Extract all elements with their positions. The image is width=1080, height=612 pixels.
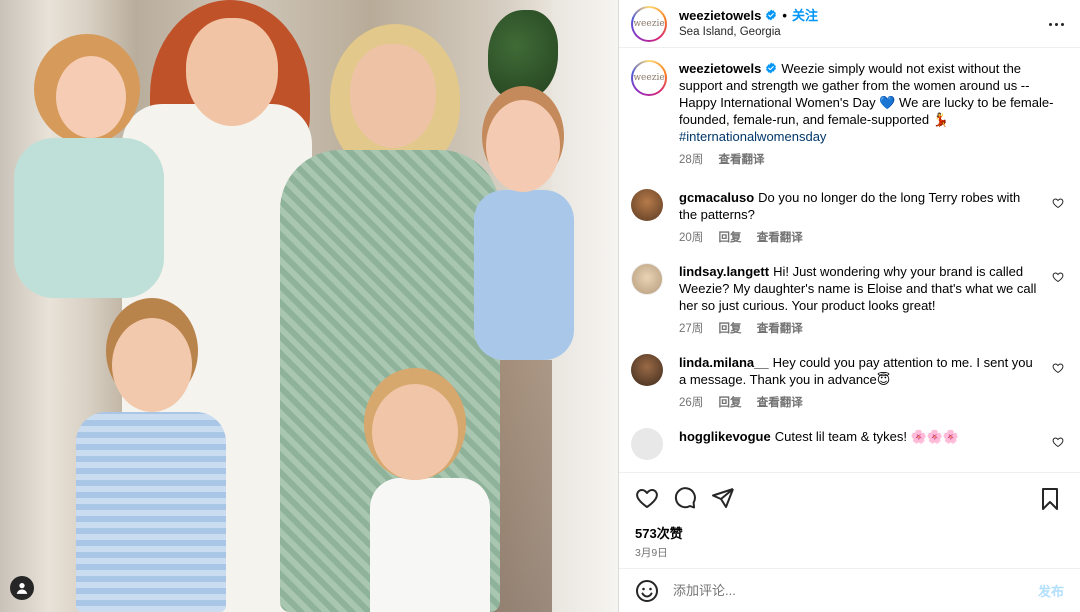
comments-list[interactable]: weezie weezietowels Weezie simply would n… (619, 48, 1080, 472)
commenter-avatar[interactable] (631, 354, 663, 386)
baby-blue-romper (474, 190, 574, 360)
post-sidebar: weezie weezietowels • 关注 Sea Island, Geo… (618, 0, 1080, 612)
comment-composer: 发布 (619, 568, 1080, 612)
user-tag-icon[interactable] (10, 576, 34, 600)
post-header: weezie weezietowels • 关注 Sea Island, Geo… (619, 0, 1080, 48)
commenter-avatar[interactable] (631, 189, 663, 221)
comment-like-icon[interactable] (1052, 362, 1064, 374)
bookmark-icon[interactable] (1038, 487, 1062, 511)
commenter-username[interactable]: lindsay.langett (679, 264, 769, 279)
avatar-logo-text: weezie (633, 18, 665, 29)
reply-button[interactable]: 回复 (719, 323, 742, 335)
heart-icon[interactable] (635, 486, 659, 510)
commenter-avatar[interactable] (631, 428, 663, 460)
comment-input[interactable] (673, 583, 1038, 598)
post-date: 3月9日 (635, 547, 668, 559)
caption-username[interactable]: weezietowels (679, 61, 761, 76)
avatar-logo-text: weezie (633, 73, 665, 83)
comment-icon[interactable] (673, 486, 697, 510)
emoji-icon[interactable] (635, 579, 659, 603)
comment-age: 20周 (679, 232, 704, 244)
child-mint-dress (14, 138, 164, 298)
comment-age: 27周 (679, 323, 704, 335)
plant (488, 10, 558, 100)
share-icon[interactable] (711, 486, 735, 510)
like-count[interactable]: 573次赞 (635, 523, 1066, 542)
child-gingham-dress (76, 412, 226, 612)
comment-text: Cutest lil team & tykes! 🌸🌸🌸 (774, 429, 960, 444)
commenter-username[interactable]: hogglikevogue (679, 429, 771, 444)
blue-heart-emoji: 💙 (879, 95, 896, 110)
comment-item: lindsay.langett Hi! Just wondering why yo… (631, 263, 1064, 336)
comment-like-icon[interactable] (1052, 436, 1064, 448)
comment-like-icon[interactable] (1052, 271, 1064, 283)
post-caption: weezie weezietowels Weezie simply would n… (631, 60, 1064, 167)
translate-link[interactable]: 查看翻译 (757, 397, 803, 409)
caption-age: 28周 (679, 154, 704, 166)
comment-like-icon[interactable] (1052, 197, 1064, 209)
author-username[interactable]: weezietowels (679, 7, 761, 24)
comment-item: hogglikevogue Cutest lil team & tykes! 🌸🌸… (631, 428, 1064, 460)
reply-button[interactable]: 回复 (719, 232, 742, 244)
commenter-avatar[interactable] (631, 263, 663, 295)
verified-badge-icon (766, 62, 777, 74)
commenter-username[interactable]: gcmacaluso (679, 190, 754, 205)
comment-age: 26周 (679, 397, 704, 409)
comment-item: linda.milana__ Hey could you pay attentio… (631, 354, 1064, 410)
post-photo[interactable] (0, 0, 618, 612)
translate-link[interactable]: 查看翻译 (719, 154, 765, 166)
author-avatar[interactable]: weezie (631, 5, 667, 42)
comment-item: gcmacaluso Do you no longer do the long T… (631, 189, 1064, 245)
post-actions: 573次赞 3月9日 (619, 472, 1080, 568)
dancer-emoji: 💃 (932, 112, 949, 127)
commenter-username[interactable]: linda.milana__ (679, 355, 769, 370)
follow-button[interactable]: 关注 (792, 7, 818, 24)
verified-badge-icon (766, 9, 777, 21)
hashtag-link[interactable]: #internationalwomensday (679, 129, 826, 144)
child-white-dress (370, 478, 490, 612)
post-location[interactable]: Sea Island, Georgia (679, 24, 818, 41)
translate-link[interactable]: 查看翻译 (757, 323, 803, 335)
post-comment-button[interactable]: 发布 (1038, 581, 1064, 600)
reply-button[interactable]: 回复 (719, 397, 742, 409)
translate-link[interactable]: 查看翻译 (757, 232, 803, 244)
more-options-icon[interactable] (1046, 14, 1066, 34)
instagram-post: weezie weezietowels • 关注 Sea Island, Geo… (0, 0, 1080, 612)
caption-avatar[interactable]: weezie (631, 60, 667, 96)
